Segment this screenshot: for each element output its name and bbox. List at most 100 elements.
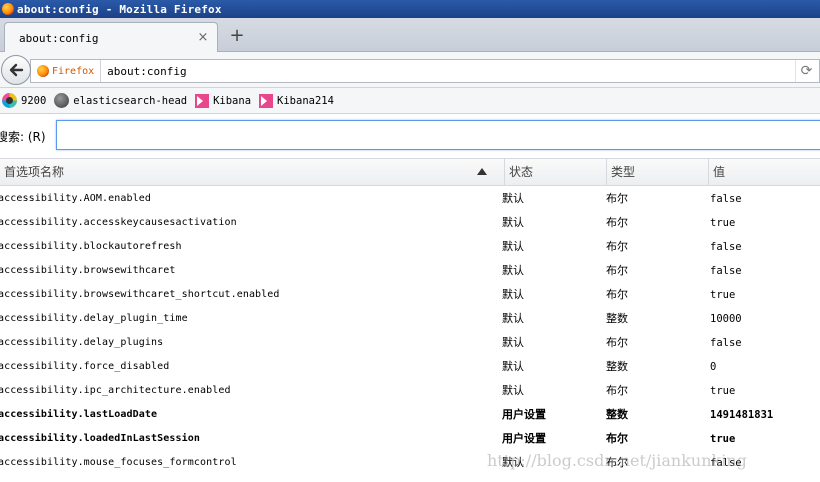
bookmark-label: Kibana xyxy=(213,94,252,107)
pref-name: accessibility.AOM.enabled xyxy=(0,193,152,204)
bookmark-9200[interactable]: 9200 xyxy=(2,93,46,108)
identity-box[interactable]: Firefox xyxy=(31,60,102,82)
pref-value: false xyxy=(710,241,742,253)
bookmark-kibana[interactable]: Kibana xyxy=(195,93,252,108)
table-row[interactable]: accessibility.AOM.enabled 默认 布尔 false xyxy=(0,187,820,211)
table-row[interactable]: accessibility.mouse_focuses_formcontrol … xyxy=(0,451,820,475)
bookmark-elasticsearch-head[interactable]: elasticsearch-head xyxy=(54,93,187,108)
pref-value: false xyxy=(710,193,742,205)
search-input[interactable] xyxy=(56,120,820,150)
pref-type: 布尔 xyxy=(606,288,628,301)
reload-icon[interactable]: ⟳ xyxy=(795,60,817,82)
pref-state: 默认 xyxy=(502,384,524,397)
navigation-bar: Firefox about:config ⟳ xyxy=(0,52,820,88)
pref-state: 用户设置 xyxy=(502,408,546,421)
globe-icon xyxy=(54,93,70,108)
pref-name: accessibility.blockautorefresh xyxy=(0,241,182,252)
back-button[interactable] xyxy=(1,55,31,85)
pref-value: true xyxy=(710,217,736,229)
table-row[interactable]: accessibility.ipc_architecture.enabled 默… xyxy=(0,379,820,403)
table-row[interactable]: accessibility.force_disabled 默认 整数 0 xyxy=(0,355,820,379)
pref-name: accessibility.delay_plugin_time xyxy=(0,313,188,324)
pref-name: accessibility.ipc_architecture.enabled xyxy=(0,385,231,396)
column-header-value[interactable]: 值 xyxy=(708,159,820,186)
pref-name: accessibility.accesskeycausesactivation xyxy=(0,217,237,228)
pref-state: 默认 xyxy=(502,192,524,205)
pref-value: true xyxy=(710,289,736,301)
pref-value: 0 xyxy=(710,361,717,373)
column-header-type[interactable]: 类型 xyxy=(606,159,706,186)
url-text[interactable]: about:config xyxy=(107,65,795,78)
pref-name: accessibility.force_disabled xyxy=(0,361,170,372)
pref-type: 布尔 xyxy=(606,384,628,397)
pref-state: 默认 xyxy=(502,456,524,469)
pref-value: false xyxy=(710,457,742,469)
table-row[interactable]: accessibility.browsewithcaret 默认 布尔 fals… xyxy=(0,259,820,283)
pref-name: accessibility.browsewithcaret xyxy=(0,265,176,276)
pref-type: 布尔 xyxy=(606,336,628,349)
bookmark-label: elasticsearch-head xyxy=(73,94,188,107)
pref-state: 默认 xyxy=(502,288,524,301)
table-row[interactable]: accessibility.delay_plugin_time 默认 整数 10… xyxy=(0,307,820,331)
pref-state: 默认 xyxy=(502,360,524,373)
pref-type: 整数 xyxy=(606,312,628,325)
table-row[interactable]: accessibility.delay_plugins 默认 布尔 false xyxy=(0,331,820,355)
column-header-name[interactable]: 首选项名称 xyxy=(0,159,500,186)
preferences-list: accessibility.AOM.enabled 默认 布尔 false ac… xyxy=(0,187,820,475)
search-label: 搜索: (R) xyxy=(0,130,46,144)
pref-type: 布尔 xyxy=(606,432,628,445)
firefox-icon xyxy=(37,65,49,77)
pref-value: 10000 xyxy=(710,313,742,325)
pref-value: 1491481831 xyxy=(710,409,774,421)
pref-value: true xyxy=(710,433,736,445)
pref-type: 布尔 xyxy=(606,192,628,205)
table-row[interactable]: accessibility.lastLoadDate 用户设置 整数 14914… xyxy=(0,403,820,427)
column-header-state[interactable]: 状态 xyxy=(504,159,604,186)
kibana-icon xyxy=(259,93,274,108)
pref-type: 布尔 xyxy=(606,240,628,253)
new-tab-button[interactable]: + xyxy=(226,25,248,47)
pref-name: accessibility.lastLoadDate xyxy=(0,409,158,420)
pref-type: 布尔 xyxy=(606,264,628,277)
window-title: about:config - Mozilla Firefox xyxy=(17,2,222,16)
table-row[interactable]: accessibility.accesskeycausesactivation … xyxy=(0,211,820,235)
search-row: 搜索: (R) xyxy=(0,114,820,156)
pref-name: accessibility.browsewithcaret_shortcut.e… xyxy=(0,289,280,300)
bookmark-label: Kibana214 xyxy=(277,94,334,107)
pref-type: 整数 xyxy=(606,408,628,421)
elasticsearch-icon xyxy=(2,93,17,108)
table-row[interactable]: accessibility.loadedInLastSession 用户设置 布… xyxy=(0,427,820,451)
pref-state: 默认 xyxy=(502,216,524,229)
pref-name: accessibility.mouse_focuses_formcontrol xyxy=(0,457,237,468)
tab-strip: about:config × + xyxy=(0,18,820,53)
table-header: 首选项名称 状态 类型 值 xyxy=(0,158,820,186)
pref-value: false xyxy=(710,265,742,277)
table-row[interactable]: accessibility.browsewithcaret_shortcut.e… xyxy=(0,283,820,307)
pref-value: false xyxy=(710,337,742,349)
bookmark-kibana214[interactable]: Kibana214 xyxy=(259,93,334,108)
tab-about-config[interactable]: about:config × xyxy=(4,22,218,53)
url-bar[interactable]: Firefox about:config ⟳ xyxy=(30,59,820,83)
sort-ascending-icon xyxy=(477,168,487,175)
window-titlebar[interactable]: about:config - Mozilla Firefox xyxy=(0,0,820,18)
pref-state: 用户设置 xyxy=(502,432,546,445)
pref-state: 默认 xyxy=(502,336,524,349)
table-row[interactable]: accessibility.blockautorefresh 默认 布尔 fal… xyxy=(0,235,820,259)
pref-state: 默认 xyxy=(502,312,524,325)
tab-label: about:config xyxy=(19,31,99,45)
firefox-logo-icon xyxy=(2,3,14,15)
bookmarks-toolbar: 9200 elasticsearch-head Kibana Kibana214 xyxy=(0,88,820,114)
pref-state: 默认 xyxy=(502,264,524,277)
pref-state: 默认 xyxy=(502,240,524,253)
pref-type: 布尔 xyxy=(606,216,628,229)
pref-type: 整数 xyxy=(606,360,628,373)
back-arrow-icon xyxy=(9,63,24,77)
pref-type: 布尔 xyxy=(606,456,628,469)
bookmark-label: 9200 xyxy=(21,94,47,107)
close-icon[interactable]: × xyxy=(195,30,211,46)
kibana-icon xyxy=(195,93,210,108)
pref-name: accessibility.loadedInLastSession xyxy=(0,433,200,444)
identity-label: Firefox xyxy=(52,65,95,77)
pref-name: accessibility.delay_plugins xyxy=(0,337,164,348)
pref-value: true xyxy=(710,385,736,397)
